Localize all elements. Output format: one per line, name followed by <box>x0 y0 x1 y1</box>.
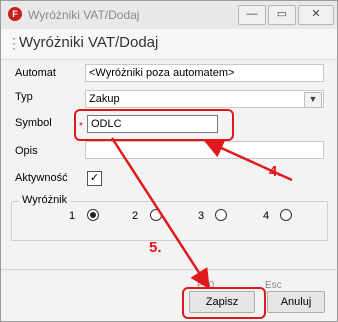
minimize-button[interactable]: — <box>238 5 266 25</box>
typ-label: Typ <box>15 91 33 103</box>
footer-separator <box>1 269 337 270</box>
radio-label-4: 4 <box>263 210 270 222</box>
opis-input[interactable] <box>85 141 324 159</box>
close-button[interactable]: ✕ <box>298 5 334 25</box>
radio-option-2[interactable] <box>150 209 162 221</box>
annotation-step-4: 4. <box>269 163 282 180</box>
annotation-step-5: 5. <box>149 239 162 256</box>
dialog-window: F Wyróżniki VAT/Dodaj — ▭ ✕ ⋮ Wyróżniki … <box>0 0 338 322</box>
radio-option-4[interactable] <box>280 209 292 221</box>
opis-label: Opis <box>15 145 38 157</box>
radio-option-1[interactable] <box>87 209 99 221</box>
wyroznik-group <box>11 201 328 241</box>
aktywnosc-checkbox[interactable]: ✓ <box>87 171 102 186</box>
chevron-down-icon[interactable]: ▼ <box>304 92 322 108</box>
symbol-highlight <box>74 109 234 141</box>
maximize-button[interactable]: ▭ <box>268 5 296 25</box>
save-highlight <box>182 287 266 319</box>
symbol-label: Symbol <box>15 117 52 129</box>
window-title: Wyróżniki VAT/Dodaj <box>28 8 140 22</box>
typ-value: Zakup <box>89 93 120 105</box>
cancel-shortcut: Esc <box>265 280 282 291</box>
automat-field[interactable]: <Wyróżniki poza automatem> <box>85 64 324 82</box>
grip-icon: ⋮ <box>7 35 21 51</box>
radio-label-1: 1 <box>69 210 76 222</box>
automat-label: Automat <box>15 67 56 79</box>
form-title: Wyróżniki VAT/Dodaj <box>19 34 159 51</box>
wyroznik-label: Wyróżnik <box>19 194 71 206</box>
cancel-button[interactable]: Anuluj <box>267 291 325 313</box>
form-header: ⋮ Wyróżniki VAT/Dodaj <box>1 29 337 60</box>
typ-select[interactable]: Zakup ▼ <box>85 90 324 108</box>
app-logo-icon: F <box>8 7 22 21</box>
title-bar: F Wyróżniki VAT/Dodaj — ▭ ✕ <box>1 1 337 29</box>
aktywnosc-label: Aktywność <box>15 172 68 184</box>
radio-label-3: 3 <box>198 210 205 222</box>
radio-option-3[interactable] <box>215 209 227 221</box>
radio-label-2: 2 <box>132 210 139 222</box>
